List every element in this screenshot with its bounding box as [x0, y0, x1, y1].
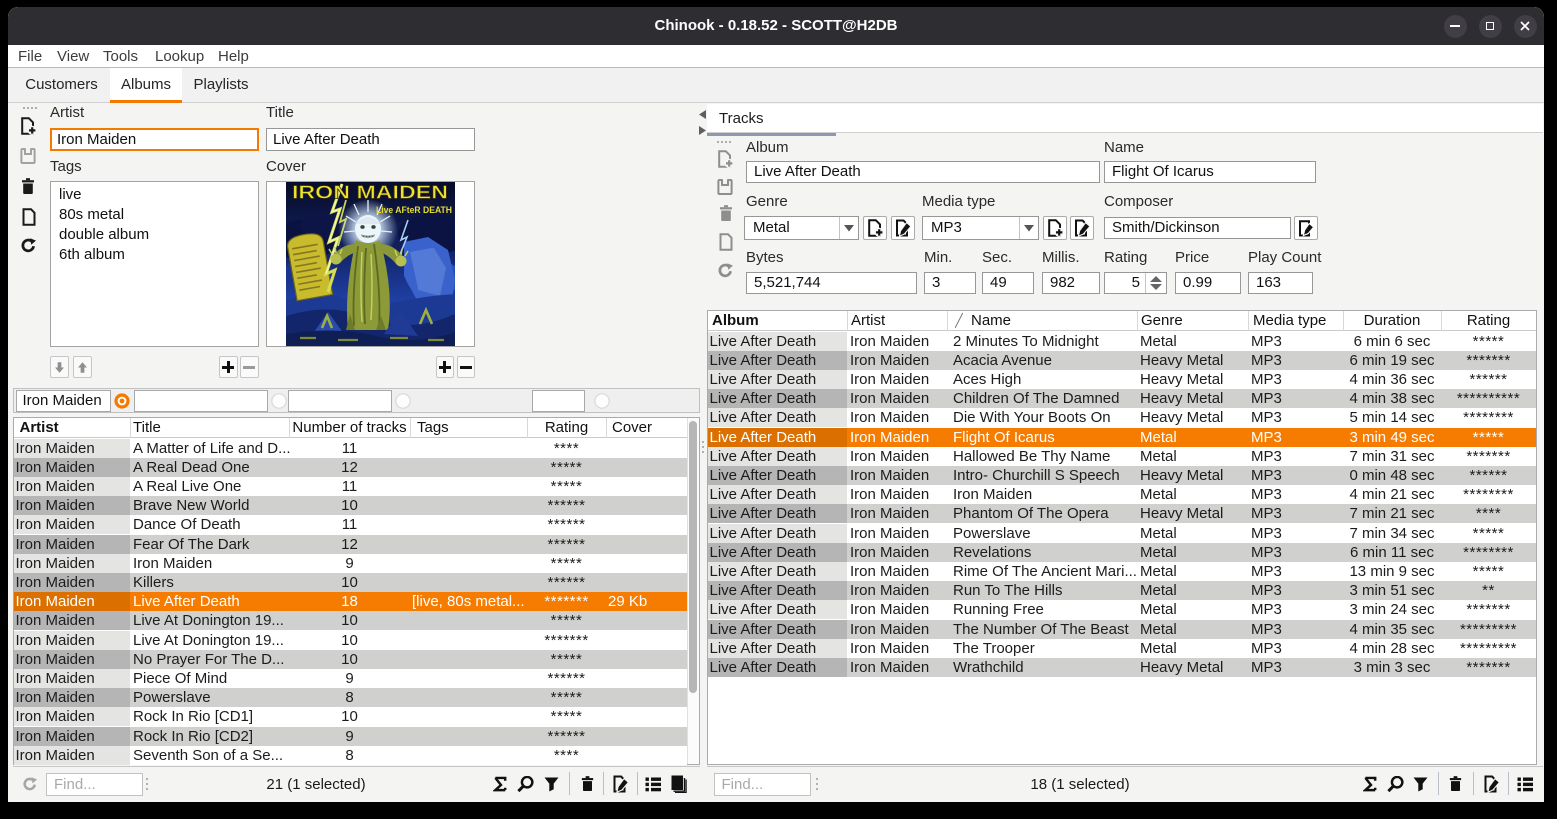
svg-text:IRON MAIDEN: IRON MAIDEN	[292, 183, 448, 203]
svg-text:Live AFteR DEATH: Live AFteR DEATH	[376, 205, 452, 216]
